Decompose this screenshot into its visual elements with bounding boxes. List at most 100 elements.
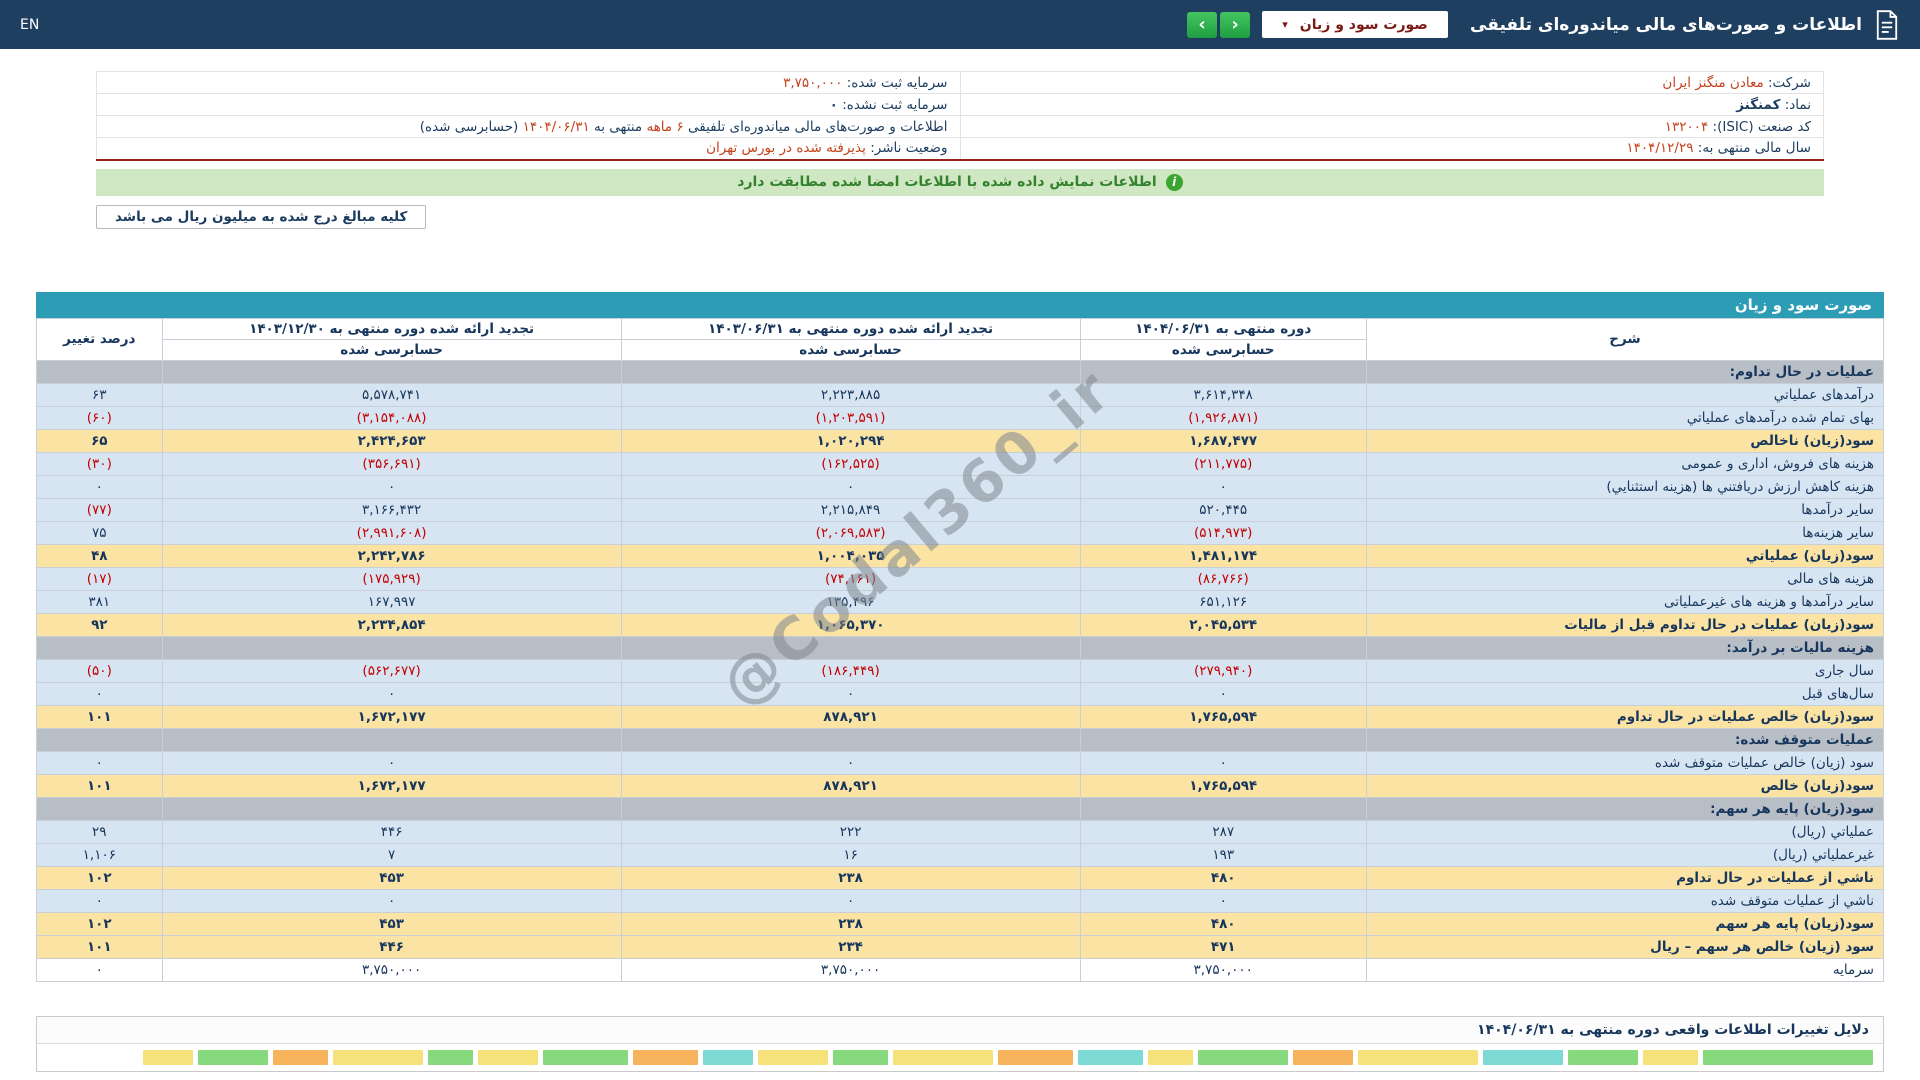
capital-reg-value: ۳,۷۵۰,۰۰۰ xyxy=(783,74,843,91)
statement-tbody: عملیات در حال تداوم: درآمدهای عملیاتي ۳,۶۱… xyxy=(36,359,1885,982)
registered-capital-cell: سرمایه ثبت شده: ۳,۷۵۰,۰۰۰ xyxy=(96,71,961,94)
highlighted-text-segment xyxy=(633,1049,698,1065)
row-value: ۵,۵۷۸,۷۴۱ xyxy=(161,382,622,407)
row-value: ۴۵۳ xyxy=(161,911,622,936)
row-value: ۲۳۴ xyxy=(620,934,1081,959)
col-header-change-percent: درصد تغییر xyxy=(36,317,163,361)
signature-match-banner: i اطلاعات نمایش داده شده با اطلاعات امضا… xyxy=(96,168,1824,196)
row-value: ۱,۴۸۱,۱۷۴ xyxy=(1079,543,1367,568)
row-label: عملیات در حال تداوم: xyxy=(1365,359,1885,384)
row-value: ۱,۶۷۲,۱۷۷ xyxy=(161,773,622,798)
row-value: ۴۷۱ xyxy=(1079,934,1367,959)
table-row: سود(زیان) پایه هر سهم ۴۸۰ ۲۳۸ ۴۵۳ ۱۰۲ xyxy=(36,911,1885,936)
highlighted-text-segment xyxy=(1568,1049,1638,1065)
highlighted-text-segment xyxy=(758,1049,828,1065)
row-label: سایر درآمدها xyxy=(1365,497,1885,522)
highlighted-text-segment xyxy=(1293,1049,1353,1065)
row-value: ۰ xyxy=(620,888,1081,913)
row-value: ۰ xyxy=(1079,750,1367,775)
table-row: سود(زیان) خالص ۱,۷۶۵,۵۹۴ ۸۷۸,۹۲۱ ۱,۶۷۲,۱۷۷ ۱… xyxy=(36,773,1885,798)
row-value: (۵۰) xyxy=(36,658,163,683)
row-value xyxy=(36,796,163,821)
statement-title-bar: صورت سود و زیان xyxy=(36,291,1884,318)
col-header-restated-midyear: تجدید ارائه شده دوره منتهی به ۱۴۰۳/۰۶/۳۱ xyxy=(620,317,1081,340)
row-value xyxy=(1079,727,1367,752)
symbol-label: نماد: xyxy=(1784,96,1811,113)
row-value xyxy=(620,359,1081,384)
row-label: سود(زیان) خالص عملیات در حال تداوم xyxy=(1365,704,1885,729)
row-value: ۴۴۶ xyxy=(161,819,622,844)
row-value xyxy=(1079,359,1367,384)
row-value xyxy=(161,359,622,384)
row-value: ۱,۶۷۲,۱۷۷ xyxy=(161,704,622,729)
row-label: سود(زیان) خالص xyxy=(1365,773,1885,798)
row-value xyxy=(161,796,622,821)
row-value: (۵۱۴,۹۷۳) xyxy=(1079,520,1367,545)
table-row: سود(زیان) ناخالص ۱,۶۸۷,۴۷۷ ۱,۰۲۰,۲۹۴ ۲,۴۲۴,… xyxy=(36,428,1885,453)
row-value: ۲۸۷ xyxy=(1079,819,1367,844)
highlighted-text-segment xyxy=(998,1049,1073,1065)
row-value: ۲,۲۱۵,۸۴۹ xyxy=(620,497,1081,522)
table-row: هزینه کاهش ارزش دریافتني ها (هزینه استثن… xyxy=(36,474,1885,499)
company-name-link[interactable]: معادن منگنز ایران xyxy=(1662,75,1763,91)
table-row: هزینه های فروش، اداری و عمومی (۲۱۱,۷۷۵) (۱… xyxy=(36,451,1885,476)
row-value: ۴۵۳ xyxy=(161,865,622,890)
row-value: ۰ xyxy=(161,750,622,775)
row-label: سود(زیان) عملیاتي xyxy=(1365,543,1885,568)
row-value: ۳,۷۵۰,۰۰۰ xyxy=(620,957,1081,982)
row-value: ۱,۰۲۰,۲۹۴ xyxy=(620,428,1081,453)
highlighted-text-segment xyxy=(1078,1049,1143,1065)
report-duration-text: ۶ ماهه xyxy=(646,118,684,135)
row-value xyxy=(620,727,1081,752)
row-value: ۴۸ xyxy=(36,543,163,568)
unit-note-row: کلیه مبالغ درج شده به میلیون ریال می باش… xyxy=(96,204,1824,229)
row-value: ۶۳ xyxy=(36,382,163,407)
row-value: ۰ xyxy=(1079,681,1367,706)
row-value: (۱,۲۰۳,۵۹۱) xyxy=(620,405,1081,430)
statement-dropdown-value: صورت سود و زیان xyxy=(1299,16,1428,33)
report-audited-text: (حسابرسی شده) xyxy=(419,118,519,135)
highlighted-text-segment xyxy=(1483,1049,1563,1065)
row-value: ۱,۷۶۵,۵۹۴ xyxy=(1079,704,1367,729)
col-header-current-period: دوره منتهی به ۱۴۰۴/۰۶/۳۱ xyxy=(1079,317,1367,340)
symbol-value: کمنگنز xyxy=(1736,96,1781,113)
table-row: هزینه های مالی (۸۶,۷۶۶) (۷۴,۱۶۱) (۱۷۵,۹۲۹)(… xyxy=(36,566,1885,591)
income-statement-section: صورت سود و زیان شرح دوره منتهی به ۱۴۰۴/۰… xyxy=(36,291,1885,982)
table-row: سایر درآمدها ۵۲۰,۴۴۵ ۲,۲۱۵,۸۴۹ ۳,۱۶۶,۴۳۲ (۷۷… xyxy=(36,497,1885,522)
highlighted-text-segment xyxy=(1198,1049,1288,1065)
issuer-status-cell: وضعیت ناشر: پذیرفته شده در بورس تهران xyxy=(96,137,961,161)
row-value: ۳,۷۵۰,۰۰۰ xyxy=(1079,957,1367,982)
row-value: ۲,۲۴۲,۷۸۶ xyxy=(161,543,622,568)
page-title: اطلاعات و صورت‌های مالی میاندوره‌ای تلفی… xyxy=(1470,14,1862,35)
info-row: شرکت: معادن منگنز ایران سرمایه ثبت شده: … xyxy=(96,71,1824,94)
col-header-description: شرح xyxy=(1365,317,1885,361)
table-row: هزینه مالیات بر درآمد: xyxy=(36,635,1885,660)
row-value: ۱۶۷,۹۹۷ xyxy=(161,589,622,614)
row-value: ۰ xyxy=(36,957,163,982)
nav-forward-button[interactable]: › xyxy=(1187,11,1218,38)
audited-label: حسابرسی شده xyxy=(620,338,1081,361)
row-label: سایر هزینه‌ها xyxy=(1365,520,1885,545)
table-row: سود (زیان) خالص هر سهم – ریال ۴۷۱ ۲۳۴ ۴۴۶ ۱۰… xyxy=(36,934,1885,959)
highlighted-text-segment xyxy=(428,1049,473,1065)
row-value: ۰ xyxy=(1079,474,1367,499)
row-value: ۰ xyxy=(161,681,622,706)
fiscal-year-label: سال مالی منتهی به: xyxy=(1697,140,1811,157)
highlighted-text-segment xyxy=(893,1049,993,1065)
row-label: هزینه مالیات بر درآمد: xyxy=(1365,635,1885,660)
language-toggle[interactable]: EN xyxy=(20,17,39,33)
unregistered-capital-cell: سرمایه ثبت نشده: ۰ xyxy=(96,93,961,116)
row-label: هزینه های مالی xyxy=(1365,566,1885,591)
statement-dropdown[interactable]: صورت سود و زیان ▾ xyxy=(1262,11,1449,38)
row-value: (۳۵۶,۶۹۱) xyxy=(161,451,622,476)
row-value: ۲۲۲ xyxy=(620,819,1081,844)
row-label: سال جاری xyxy=(1365,658,1885,683)
fiscal-year-cell: سال مالی منتهی به: ۱۴۰۴/۱۲/۲۹ xyxy=(959,137,1824,161)
capital-unreg-value: ۰ xyxy=(829,96,838,113)
row-value: ۱۰۲ xyxy=(36,911,163,936)
company-label: شرکت: xyxy=(1768,74,1811,91)
nav-back-button[interactable]: ‹ xyxy=(1220,11,1251,38)
highlighted-text-segment xyxy=(703,1049,753,1065)
row-value: ۱,۶۸۷,۴۷۷ xyxy=(1079,428,1367,453)
row-value: (۱۸۶,۴۴۹) xyxy=(620,658,1081,683)
